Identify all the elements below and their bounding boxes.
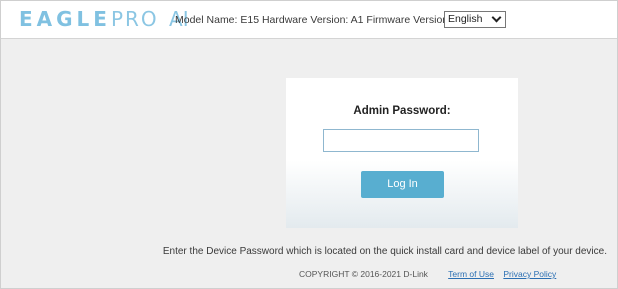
footer: COPYRIGHT © 2016-2021 D-Link Term of Use… bbox=[299, 269, 556, 279]
privacy-policy-link[interactable]: Privacy Policy bbox=[503, 269, 556, 279]
terms-of-use-link[interactable]: Term of Use bbox=[448, 269, 494, 279]
language-selected-value: English bbox=[448, 13, 483, 25]
chevron-down-icon bbox=[491, 12, 502, 23]
eaglepro-ai-logo: EAGLEPRO AI bbox=[19, 8, 189, 30]
login-button[interactable]: Log In bbox=[361, 171, 444, 198]
logo-pro-text: PRO bbox=[110, 7, 159, 31]
language-select[interactable]: English bbox=[444, 11, 506, 28]
page: EAGLEPRO AI Model Name: E15 Hardware Ver… bbox=[0, 0, 618, 289]
device-info: Model Name: E15 Hardware Version: A1 Fir… bbox=[175, 14, 489, 26]
copyright-text: COPYRIGHT © 2016-2021 D-Link bbox=[299, 269, 428, 279]
password-hint-text: Enter the Device Password which is locat… bbox=[162, 246, 607, 257]
login-card: Admin Password: Log In bbox=[286, 78, 518, 228]
admin-password-label: Admin Password: bbox=[353, 105, 451, 117]
logo-eagle-text: EAGLE bbox=[19, 7, 111, 31]
top-header: EAGLEPRO AI Model Name: E15 Hardware Ver… bbox=[1, 1, 617, 39]
admin-password-input[interactable] bbox=[323, 129, 479, 152]
